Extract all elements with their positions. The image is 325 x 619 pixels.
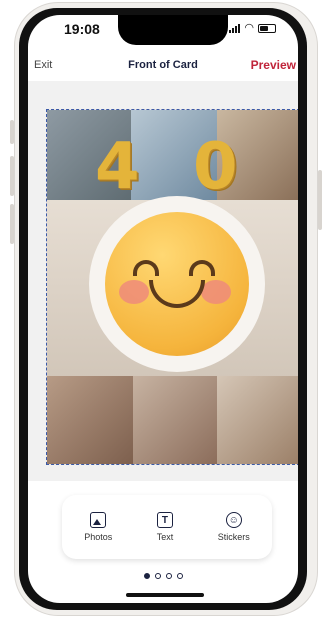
side-button — [10, 156, 14, 196]
sticker-icon: ☺ — [225, 512, 242, 528]
home-indicator — [126, 593, 204, 597]
stickers-tool-label: Stickers — [217, 532, 250, 542]
status-time: 19:08 — [64, 21, 100, 37]
balloon-number-sticker[interactable]: 4 — [95, 130, 140, 204]
status-icons: ◠ — [229, 22, 276, 34]
side-button — [10, 204, 14, 244]
emoji-cheek — [119, 280, 149, 304]
page-indicator — [28, 573, 298, 579]
text-tool-label: Text — [156, 532, 174, 542]
collage-photo[interactable] — [47, 376, 133, 464]
photos-tool-label: Photos — [84, 532, 113, 542]
text-tool-button[interactable]: T Text — [156, 512, 174, 542]
photos-tool-button[interactable]: Photos — [84, 512, 112, 542]
edit-toolbar: Photos T Text ☺ Stickers — [62, 495, 272, 559]
preview-button[interactable]: Preview — [251, 58, 296, 72]
photo-icon — [90, 512, 107, 528]
collage-photo[interactable] — [217, 376, 298, 464]
page-dot[interactable] — [165, 573, 172, 579]
power-button — [318, 170, 322, 230]
signal-icon — [229, 23, 241, 33]
emoji-cheek — [201, 280, 231, 304]
card-canvas-area: 4 0 — [28, 81, 298, 481]
stickers-tool-button[interactable]: ☺ Stickers — [218, 512, 250, 542]
screen: 19:08 ◠ Exit Front of Card Preview 4 0 P… — [28, 15, 298, 603]
text-icon: T — [156, 512, 173, 528]
notch — [118, 15, 228, 45]
page-dot-active[interactable] — [143, 573, 150, 579]
balloon-number-sticker[interactable]: 0 — [193, 130, 238, 204]
side-button — [10, 120, 14, 144]
page-dot[interactable] — [176, 573, 183, 579]
card-front[interactable]: 4 0 — [46, 109, 298, 465]
page-dot[interactable] — [154, 573, 161, 579]
battery-icon — [258, 23, 276, 33]
top-nav: Exit Front of Card Preview — [28, 51, 298, 82]
wifi-icon: ◠ — [244, 22, 254, 34]
collage-photo[interactable] — [133, 376, 217, 464]
